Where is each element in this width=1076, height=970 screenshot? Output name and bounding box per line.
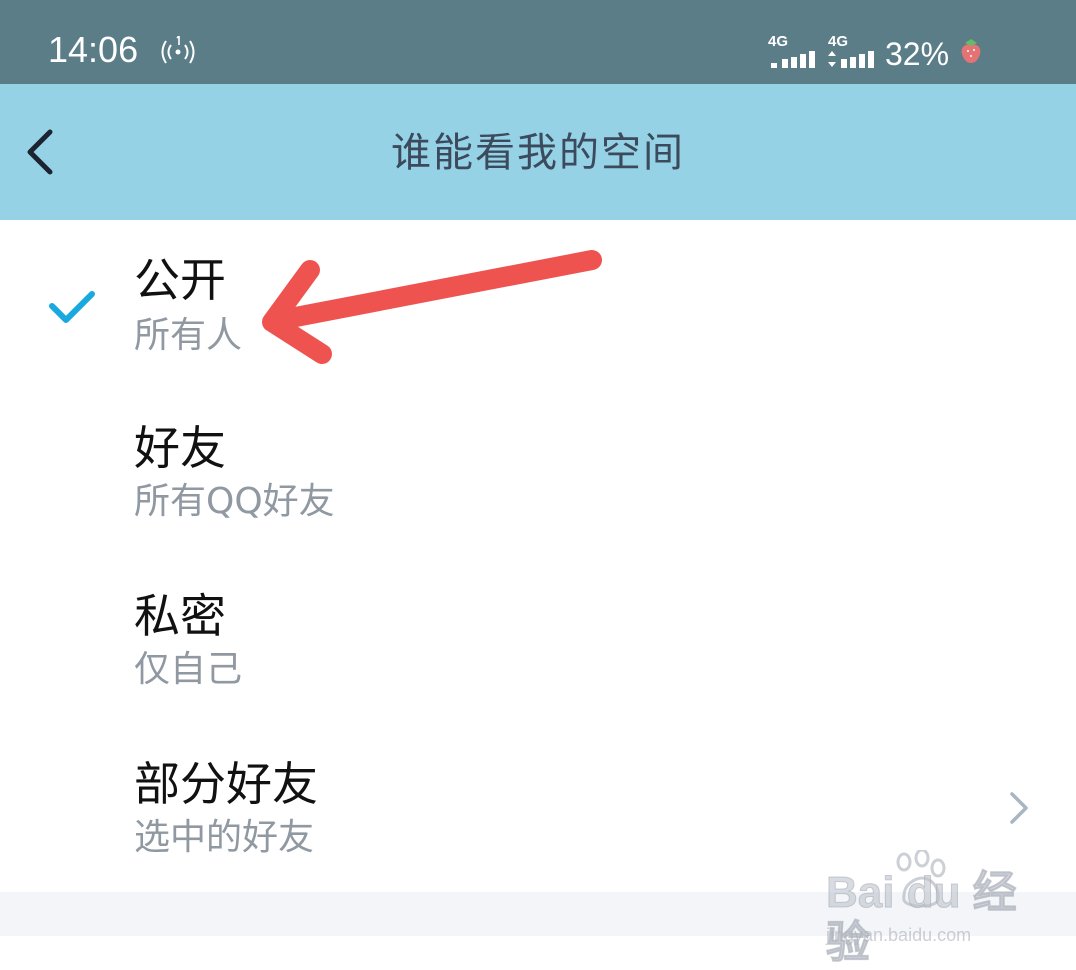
page-title: 谁能看我的空间: [391, 130, 685, 176]
option-subtitle: 所有QQ好友: [134, 481, 335, 522]
status-bar: 14:06 4G 4G 32%: [0, 0, 1076, 84]
nav-bar: 谁能看我的空间: [0, 84, 1076, 220]
signal-bars-with-data-icon: [828, 51, 874, 68]
option-subtitle: 所有人: [134, 315, 243, 356]
option-subtitle: 仅自己: [134, 649, 243, 690]
option-subtitle: 选中的好友: [134, 817, 315, 858]
signal-bars-icon: [771, 51, 815, 68]
status-time: 14:06: [48, 29, 139, 70]
sim2-signal: 4G: [828, 34, 878, 68]
option-title: 好友: [134, 421, 226, 475]
sim2-network-label: 4G: [828, 33, 849, 50]
annotation-arrow-icon: [262, 250, 602, 364]
option-title: 公开: [134, 253, 226, 307]
checkmark-icon: [49, 291, 95, 323]
option-title: 私密: [134, 589, 226, 643]
hotspot-icon: [161, 36, 195, 64]
sim1-signal: 4G: [768, 34, 818, 68]
sim1-network-label: 4G: [768, 33, 789, 50]
strawberry-icon: [961, 39, 981, 63]
battery-level: 32%: [885, 36, 950, 72]
baidu-watermark: Bai du 经验 jingyan.baidu.com: [820, 850, 1040, 968]
option-title: 部分好友: [134, 757, 318, 811]
option-private[interactable]: 私密 仅自己: [0, 558, 1076, 726]
chevron-right-icon: [1010, 792, 1028, 824]
watermark-logo-text: Bai du 经验: [826, 868, 1018, 968]
watermark-url: jingyan.baidu.com: [826, 925, 972, 945]
option-friends[interactable]: 好友 所有QQ好友: [0, 390, 1076, 558]
